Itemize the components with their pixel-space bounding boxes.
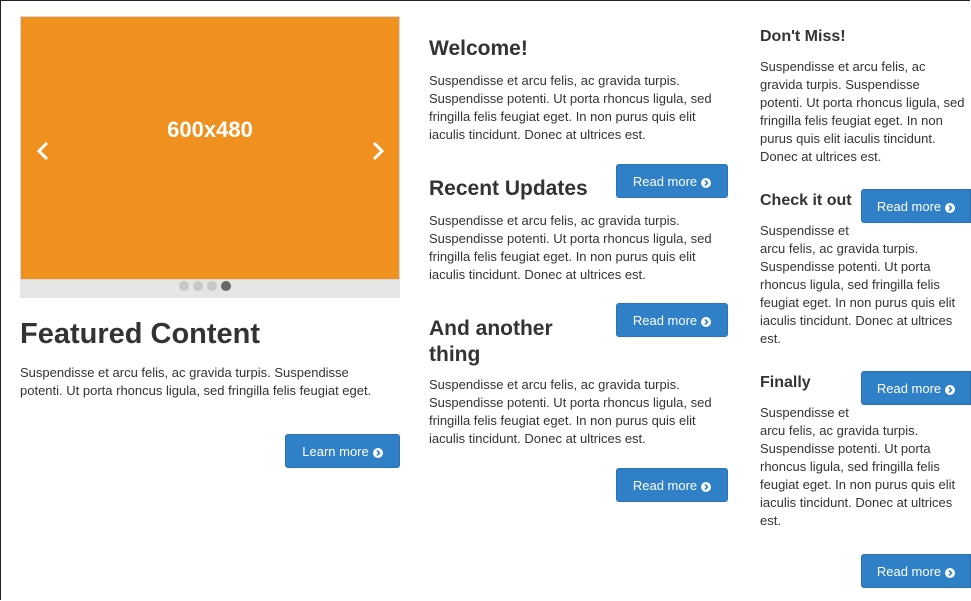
arrow-circle-right-icon <box>945 201 956 213</box>
finally-text: arcu felis, ac gravida turpis. Suspendis… <box>760 423 956 528</box>
carousel-slide-image: 600x480 <box>20 16 400 280</box>
another-read-more-button[interactable]: Read more <box>616 303 728 337</box>
welcome-title: Welcome! <box>429 37 528 60</box>
carousel-indicators <box>179 281 231 291</box>
arrow-circle-right-icon <box>945 383 956 395</box>
another-thing-text: Suspendisse et arcu felis, ac gravida tu… <box>429 377 712 446</box>
check-it-out-read-more-label: Read more <box>876 198 942 214</box>
another-bottom-read-more-button[interactable]: Read more <box>616 468 728 502</box>
chevron-left-icon[interactable] <box>33 137 53 167</box>
arrow-circle-right-icon <box>945 566 956 578</box>
another-read-more-label: Read more <box>632 312 698 328</box>
check-it-out-text-lead: Suspendisse et <box>760 223 849 238</box>
finally-read-more-button[interactable]: Read more <box>861 371 971 405</box>
finally-text-lead: Suspendisse et <box>760 405 849 420</box>
arrow-circle-right-icon <box>701 176 712 188</box>
carousel-dot[interactable] <box>207 281 217 291</box>
finally-bottom-read-more-label: Read more <box>876 563 942 579</box>
chevron-right-icon[interactable] <box>368 137 388 167</box>
finally-bottom-read-more-button[interactable]: Read more <box>861 554 971 588</box>
carousel-dot[interactable] <box>193 281 203 291</box>
finally-read-more-label: Read more <box>876 380 942 396</box>
dont-miss-title: Don't Miss! <box>760 28 846 45</box>
featured-title: Featured Content <box>20 318 261 350</box>
updates-read-more-button[interactable]: Read more <box>616 164 728 198</box>
updates-read-more-label: Read more <box>632 173 698 189</box>
finally-title: Finally <box>760 374 811 391</box>
arrow-circle-right-icon <box>701 315 712 327</box>
another-thing-title-line1: And another <box>429 317 553 340</box>
check-it-out-read-more-button[interactable]: Read more <box>861 189 971 223</box>
recent-updates-text: Suspendisse et arcu felis, ac gravida tu… <box>429 213 712 282</box>
recent-updates-title: Recent Updates <box>429 177 588 200</box>
carousel-dot-active[interactable] <box>221 281 231 291</box>
learn-more-label: Learn more <box>302 443 369 459</box>
another-bottom-read-more-label: Read more <box>632 477 698 493</box>
welcome-text: Suspendisse et arcu felis, ac gravida tu… <box>429 73 712 142</box>
check-it-out-title: Check it out <box>760 192 852 209</box>
check-it-out-text: arcu felis, ac gravida turpis. Suspendis… <box>760 241 956 346</box>
arrow-circle-right-icon <box>701 480 712 492</box>
arrow-circle-right-icon <box>372 446 383 458</box>
another-thing-title-line2: thing <box>429 343 481 366</box>
carousel-dot[interactable] <box>179 281 189 291</box>
dont-miss-text: Suspendisse et arcu felis, ac gravida tu… <box>760 59 965 164</box>
featured-text: Suspendisse et arcu felis, ac gravida tu… <box>20 365 372 398</box>
carousel-slide-label: 600x480 <box>167 117 253 142</box>
image-carousel: 600x480 <box>20 16 400 298</box>
learn-more-button[interactable]: Learn more <box>285 434 400 468</box>
